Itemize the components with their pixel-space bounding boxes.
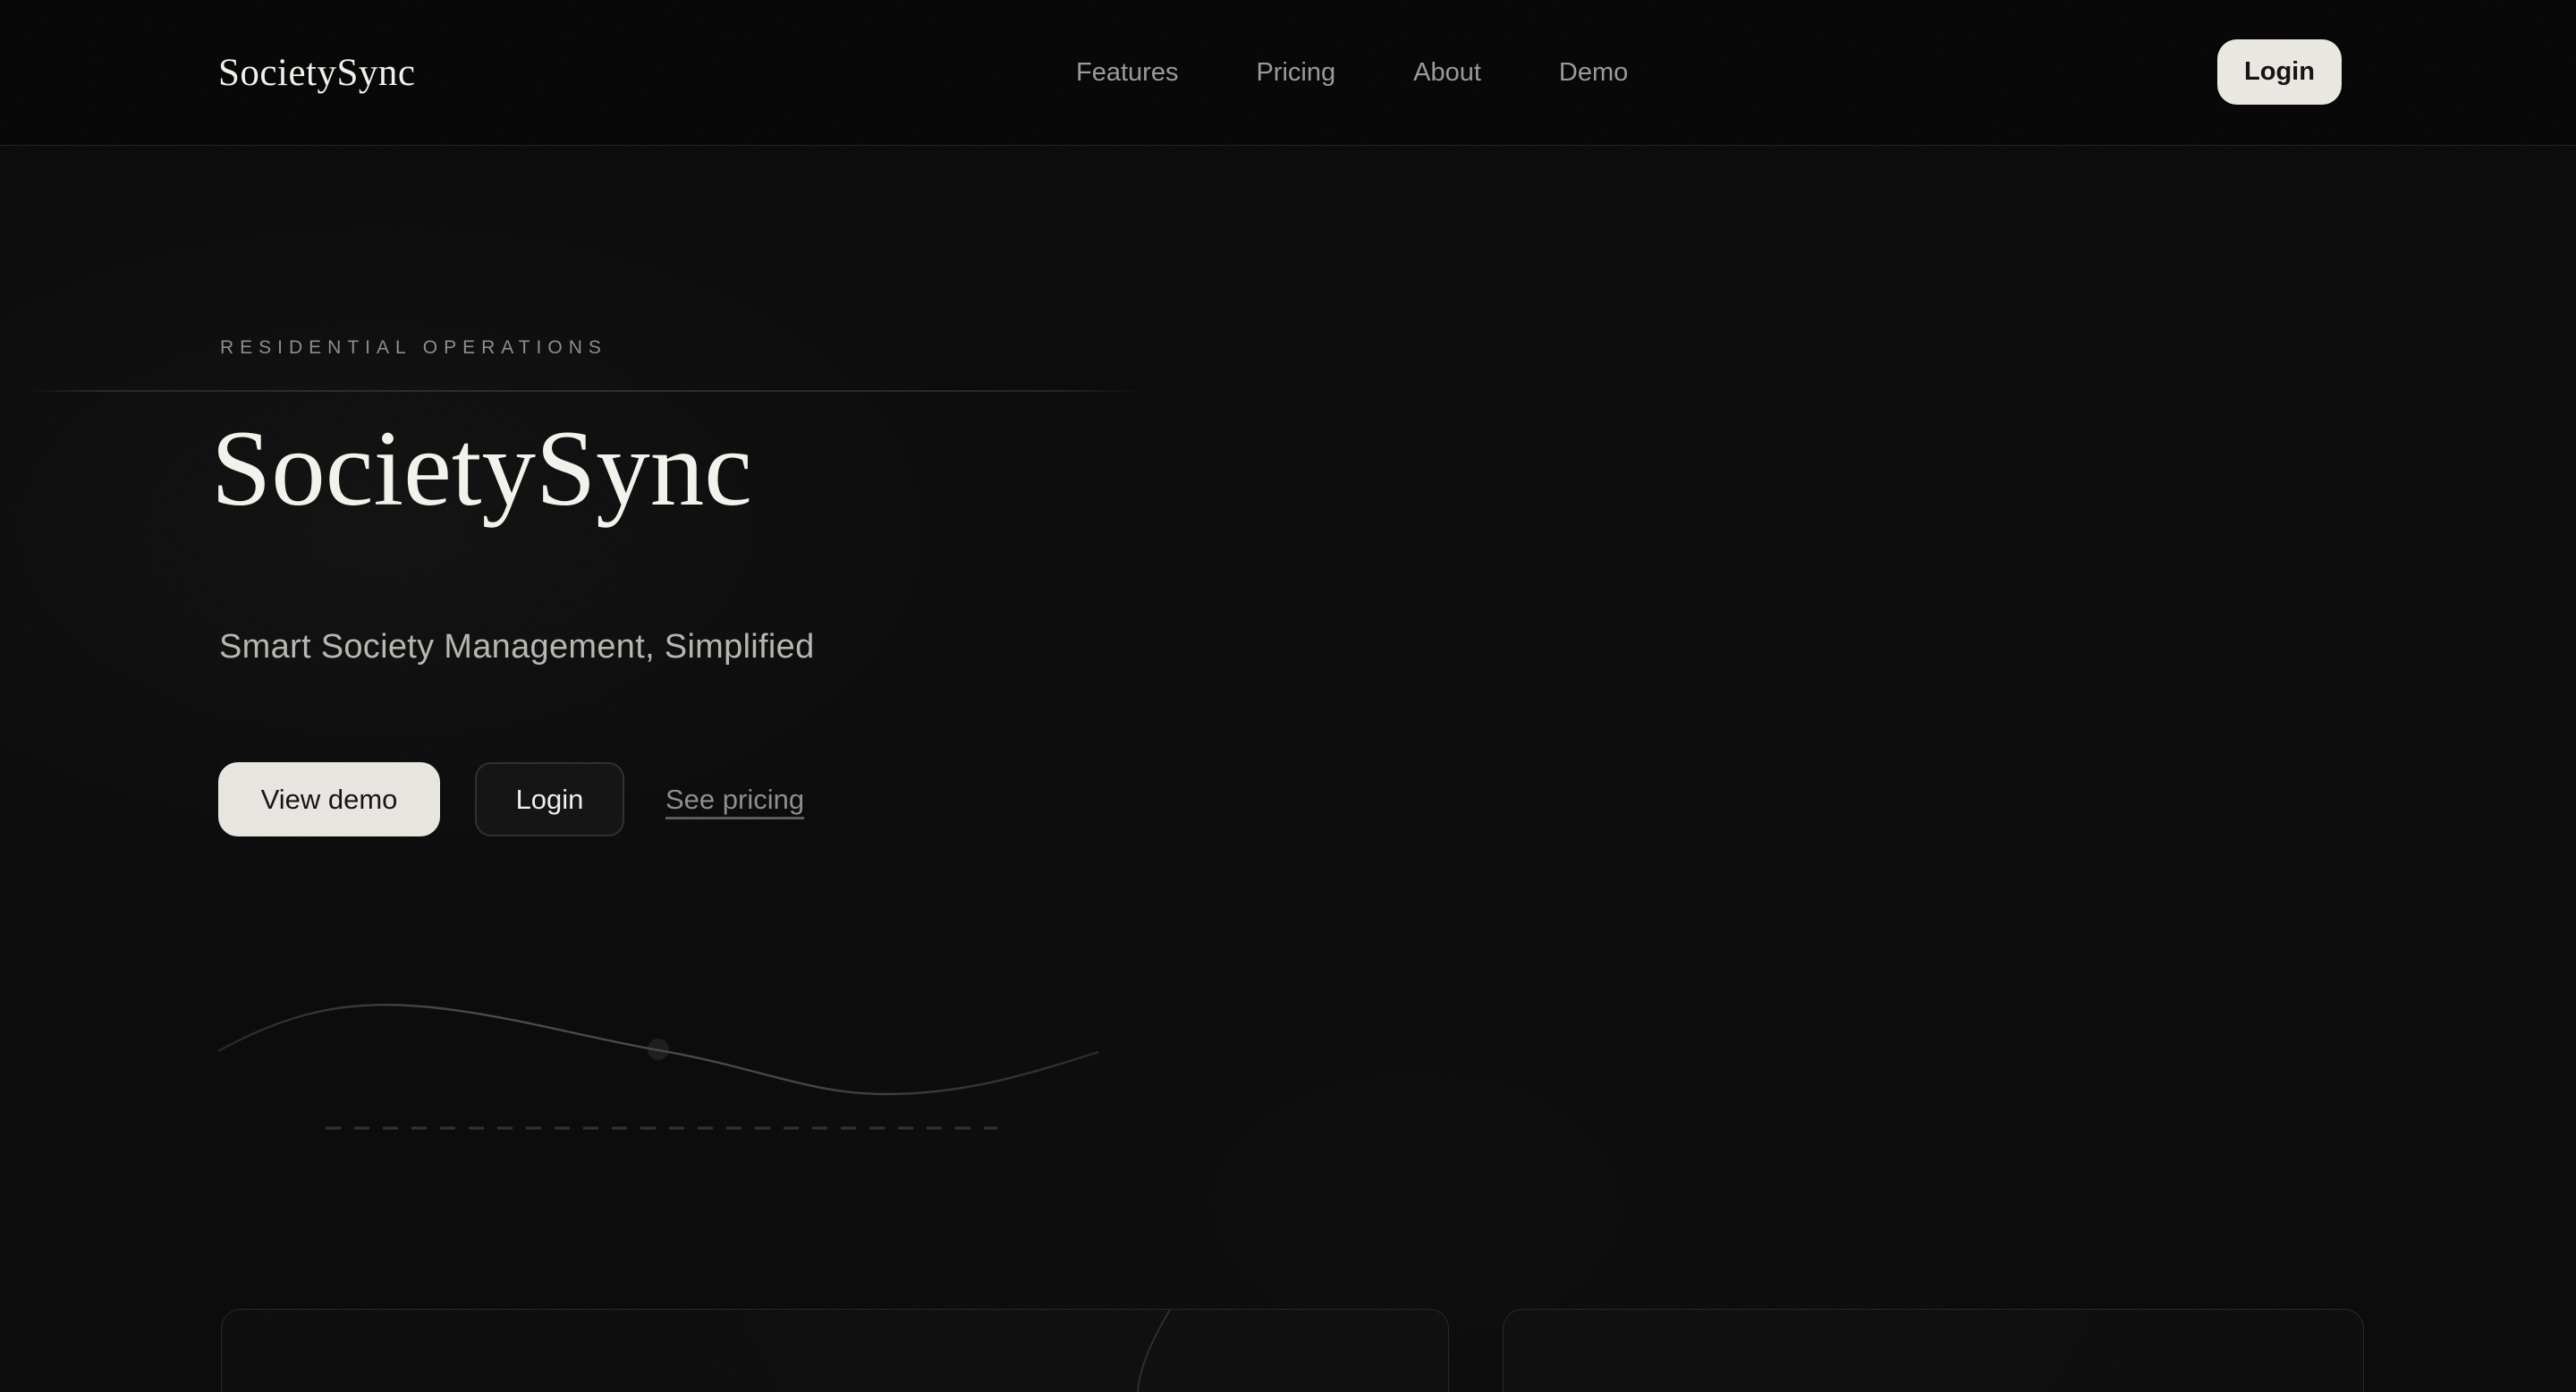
nav-link-demo[interactable]: Demo [1559,58,1628,88]
preview-card-left [221,1309,1449,1392]
eyebrow-divider-line [30,390,1147,392]
wave-curve-decoration [218,1005,1098,1094]
hero-decorations [0,0,2576,1392]
nav-login-button[interactable]: Login [2217,39,2342,105]
view-demo-button[interactable]: View demo [218,762,440,836]
hero-title: SocietySync [211,404,752,534]
preview-card-right [1503,1309,2364,1392]
hero-eyebrow: RESIDENTIAL OPERATIONS [220,337,607,359]
brand-logo: SocietySync [218,0,415,145]
login-button[interactable]: Login [475,762,624,836]
top-nav-bar: SocietySync Features Pricing About Demo … [0,0,2576,146]
hero-subtitle: Smart Society Management, Simplified [219,628,815,666]
wave-node-dot [648,1039,669,1060]
nav-link-about[interactable]: About [1413,58,1481,88]
landing-page: SocietySync Features Pricing About Demo … [0,0,2576,1392]
hero-cta-row: View demo Login See pricing [218,762,804,836]
nav-link-features[interactable]: Features [1076,58,1178,88]
see-pricing-link[interactable]: See pricing [665,784,804,816]
nav-link-pricing[interactable]: Pricing [1256,58,1335,88]
main-nav: Features Pricing About Demo [1076,0,1628,145]
noise-texture-overlay [0,0,2576,1392]
